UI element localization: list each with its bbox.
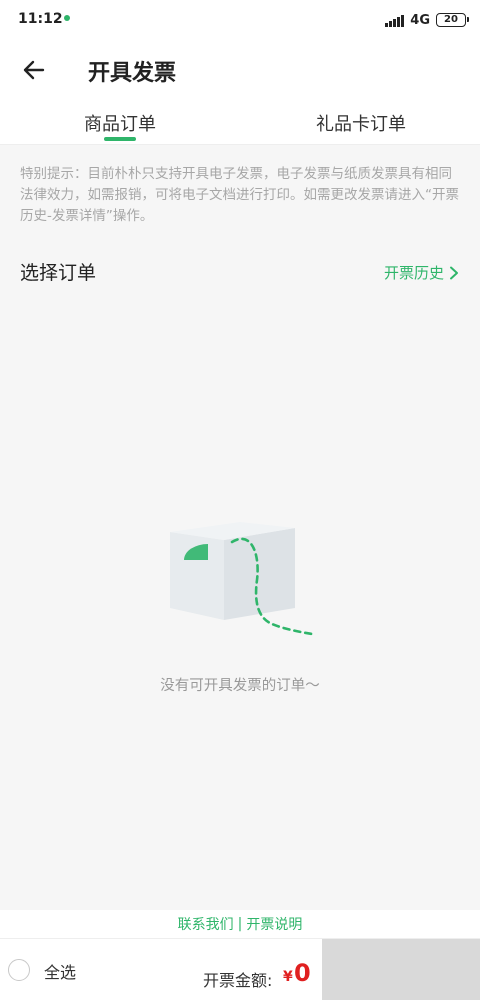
select-all-label[interactable]: 全选 — [44, 959, 76, 983]
status-time: 11:12 — [18, 11, 63, 27]
currency-symbol: ¥ — [283, 969, 293, 985]
invoice-notice: 特别提示：目前朴朴只支持开具电子发票，电子发票与纸质发票具有相同法律效力，如需报… — [20, 166, 459, 224]
page-title: 开具发票 — [88, 61, 177, 86]
notification-dot-icon — [64, 15, 70, 21]
chevron-right-icon — [450, 266, 458, 279]
bottom-bar: 全选 开票金额: ¥ 0 — [0, 938, 480, 1000]
tab-gift-card-orders[interactable]: 礼品卡订单 — [316, 110, 406, 136]
issue-invoice-button[interactable] — [322, 939, 480, 1000]
nav-bar: 开具发票 — [0, 40, 480, 100]
status-bar: 11:12 4G 20 — [0, 0, 480, 40]
help-links: 联系我们 | 开票说明 — [0, 910, 480, 938]
empty-state-text: 没有可开具发票的订单～ — [160, 678, 320, 694]
back-arrow-icon[interactable] — [18, 54, 50, 86]
active-tab-indicator — [104, 137, 136, 141]
link-separator: | — [237, 916, 243, 932]
invoice-history-link[interactable]: 开票历史 — [384, 262, 460, 283]
battery-icon: 20 — [436, 13, 469, 27]
order-tabs: 商品订单 礼品卡订单 — [0, 100, 480, 145]
select-order-title: 选择订单 — [20, 262, 97, 284]
signal-strength-icon — [385, 13, 405, 27]
tab-goods-orders[interactable]: 商品订单 — [84, 110, 156, 136]
invoice-amount-value: 0 — [294, 959, 311, 987]
select-all-radio[interactable] — [8, 959, 30, 981]
invoice-instructions-link[interactable]: 开票说明 — [246, 914, 302, 934]
invoice-history-label: 开票历史 — [383, 264, 444, 282]
invoice-amount-label: 开票金额: — [203, 971, 273, 990]
contact-us-link[interactable]: 联系我们 — [178, 914, 234, 934]
network-type: 4G — [410, 12, 430, 28]
empty-box-icon — [170, 522, 314, 636]
status-indicators: 4G 20 — [385, 10, 469, 30]
